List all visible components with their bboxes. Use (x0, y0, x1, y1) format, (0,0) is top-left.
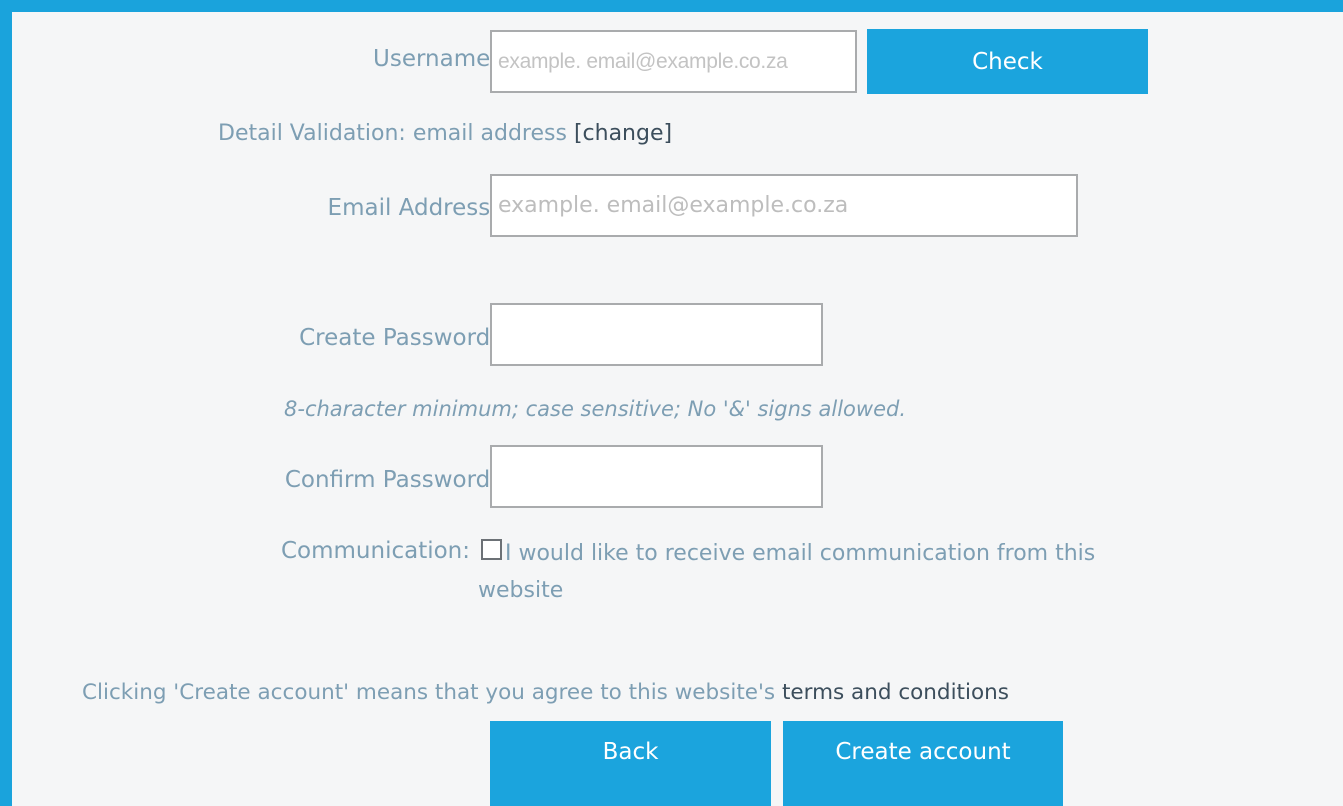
username-label: Username: (373, 46, 498, 72)
communication-label: Communication: (280, 538, 470, 564)
detail-validation-label: Detail Validation: email address (218, 121, 567, 146)
confirm-password-label: Confirm Password: (284, 467, 498, 493)
back-button[interactable]: Back (490, 721, 771, 806)
create-password-input[interactable] (490, 303, 823, 366)
email-communication-checkbox[interactable] (481, 539, 502, 560)
change-link[interactable]: [change] (574, 121, 672, 146)
confirm-password-input[interactable] (490, 445, 823, 508)
terms-statement: Clicking 'Create account' means that you… (82, 680, 776, 705)
terms-and-conditions-link[interactable]: terms and conditions (782, 680, 1009, 705)
email-address-label: Email Address: (327, 195, 498, 221)
detail-validation-text: Detail Validation: email address [change… (218, 121, 672, 146)
check-button[interactable]: Check (867, 29, 1148, 94)
email-address-input[interactable] (490, 174, 1078, 237)
username-input[interactable] (490, 30, 857, 93)
email-communication-text-continued: website (478, 578, 564, 603)
email-communication-text: I would like to receive email communicat… (505, 541, 1096, 566)
terms-text: Clicking 'Create account' means that you… (82, 680, 1009, 705)
password-hint: 8-character minimum; case sensitive; No … (284, 397, 906, 421)
registration-panel: Username: Check Detail Validation: email… (12, 12, 1343, 806)
create-password-label: Create Password: (299, 325, 498, 351)
create-account-button[interactable]: Create account (783, 721, 1063, 806)
